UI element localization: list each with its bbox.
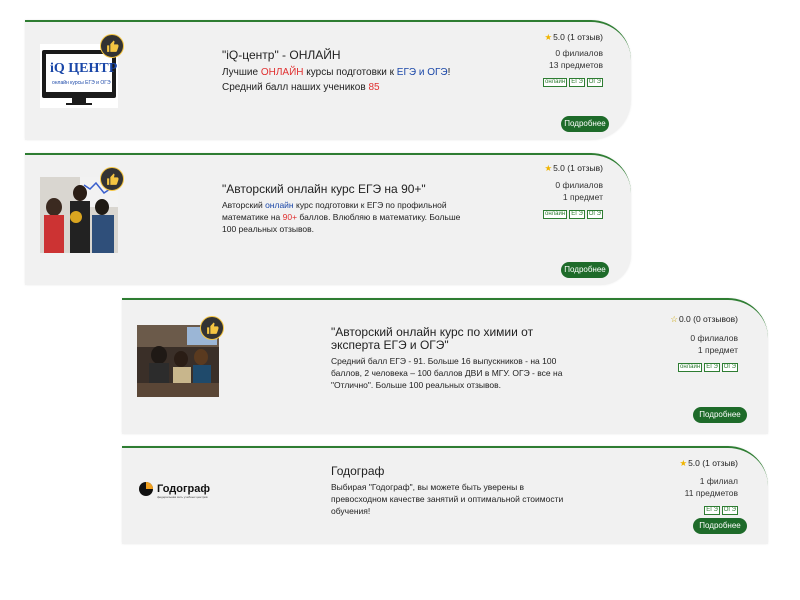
listing-card: "Авторский онлайн курс по химии от экспе… [122, 298, 768, 434]
rating-value: 5.0 [553, 32, 565, 42]
rating-count[interactable]: (1 отзыв) [702, 458, 738, 468]
logo-subtext: федеральная сеть учебных центров [157, 495, 208, 499]
tag-list: онлайн ЕГЭ ОГЭ [678, 363, 738, 372]
tag: ЕГЭ [704, 506, 720, 515]
desc-text: курс подготовки к ЕГЭ по профильной [293, 200, 447, 210]
star-icon: ★ [544, 163, 553, 173]
branches-count: 0 филиалов [555, 180, 603, 190]
details-button[interactable]: Подробнее [693, 518, 747, 534]
desc-text: математике на [222, 212, 283, 222]
desc-score: 85 [368, 82, 380, 93]
tag: ЕГЭ [569, 78, 585, 87]
listing-title[interactable]: "Авторский онлайн курс по химии от экспе… [331, 326, 581, 352]
rating: ★5.0 (1 отзыв) [544, 163, 603, 174]
desc-text: ! [447, 67, 451, 78]
details-button[interactable]: Подробнее [561, 262, 609, 278]
tag-list: ЕГЭ ОГЭ [704, 506, 738, 515]
rating: ★5.0 (1 отзыв) [679, 458, 738, 469]
rating: ☆0.0 (0 отзывов) [670, 314, 738, 325]
listing-card: iQ ЦЕНТР онлайн курсы ЕГЭ и ОГЭ "iQ-цент… [25, 20, 631, 140]
desc-text: Лучшие [222, 67, 261, 78]
listing-title[interactable]: Годограф [331, 464, 384, 478]
logo-subtext: онлайн курсы ЕГЭ и ОГЭ [52, 79, 111, 86]
desc-text: баллов. Влюбляю в математику. Больше [297, 212, 461, 222]
star-icon: ★ [544, 32, 553, 42]
rating: ★5.0 (1 отзыв) [544, 32, 603, 43]
thumbs-up-icon [100, 167, 124, 191]
rating-count[interactable]: (1 отзыв) [567, 163, 603, 173]
tag: ОГЭ [586, 210, 603, 219]
star-empty-icon: ☆ [670, 314, 678, 324]
listing-description: Лучшие ОНЛАЙН курсы подготовки к ЕГЭ и О… [222, 65, 522, 95]
listing-meta: 0 филиалов 1 предмет [555, 179, 603, 203]
listing-meta: 0 филиалов 13 предметов [549, 47, 603, 71]
details-button[interactable]: Подробнее [561, 116, 609, 132]
rating-count[interactable]: (0 отзывов) [693, 314, 738, 324]
listing-card: Годограф федеральная сеть учебных центро… [122, 446, 768, 544]
tag: ЕГЭ [704, 363, 720, 372]
desc-score: 90+ [282, 212, 298, 222]
details-button[interactable]: Подробнее [693, 407, 747, 423]
listing-description: Выбирая "Годограф", вы можете быть увере… [331, 482, 564, 516]
tag: онлайн [543, 78, 568, 87]
listing-description: Средний балл ЕГЭ - 91. Больше 16 выпускн… [331, 356, 563, 390]
subjects-count: 1 предмет [562, 192, 603, 202]
tag: ОГЭ [586, 78, 603, 87]
listing-meta: 0 филиалов 1 предмет [690, 332, 738, 356]
listing-logo[interactable]: Годограф федеральная сеть учебных центро… [137, 480, 219, 500]
desc-online: онлайн [265, 200, 294, 210]
rating-value: 0.0 [678, 314, 691, 324]
thumbs-up-icon [100, 34, 124, 58]
desc-text: Средний балл наших учеников [222, 82, 369, 93]
tag-list: онлайн ЕГЭ ОГЭ [543, 210, 603, 219]
branches-count: 0 филиалов [555, 48, 603, 58]
star-icon: ★ [679, 458, 688, 468]
desc-text: курсы подготовки к [303, 67, 397, 78]
rating-count[interactable]: (1 отзыв) [567, 32, 603, 42]
tag: ЕГЭ [569, 210, 585, 219]
desc-oge: ОГЭ [427, 67, 448, 78]
tag: онлайн [678, 363, 703, 372]
listing-meta: 1 филиал 11 предметов [685, 475, 738, 499]
subjects-count: 1 предмет [697, 345, 738, 355]
branches-count: 1 филиал [699, 476, 738, 486]
tag: онлайн [543, 210, 568, 219]
rating-value: 5.0 [688, 458, 700, 468]
listing-card: "Авторский онлайн курс ЕГЭ на 90+" Автор… [25, 153, 631, 285]
logo-text: Годограф [157, 483, 210, 495]
desc-text: 100 реальных отзывов. [222, 224, 314, 234]
desc-and: и [416, 67, 428, 78]
tag-list: онлайн ЕГЭ ОГЭ [543, 78, 603, 87]
thumbs-up-icon [200, 316, 224, 340]
subjects-count: 11 предметов [684, 488, 738, 498]
subjects-count: 13 предметов [549, 60, 603, 70]
rating-value: 5.0 [553, 163, 565, 173]
listing-title[interactable]: "Авторский онлайн курс ЕГЭ на 90+" [222, 182, 426, 196]
listing-description: Авторский онлайн курс подготовки к ЕГЭ п… [222, 199, 462, 235]
desc-online: ОНЛАЙН [260, 67, 304, 78]
listing-title[interactable]: "iQ-центр" - ОНЛАЙН [222, 48, 341, 62]
branches-count: 0 филиалов [690, 333, 738, 343]
tag: ОГЭ [721, 363, 738, 372]
tag: ОГЭ [721, 506, 738, 515]
desc-text: Авторский [222, 200, 266, 210]
logo-text: iQ ЦЕНТР [50, 61, 118, 76]
desc-ege: ЕГЭ [396, 67, 417, 78]
